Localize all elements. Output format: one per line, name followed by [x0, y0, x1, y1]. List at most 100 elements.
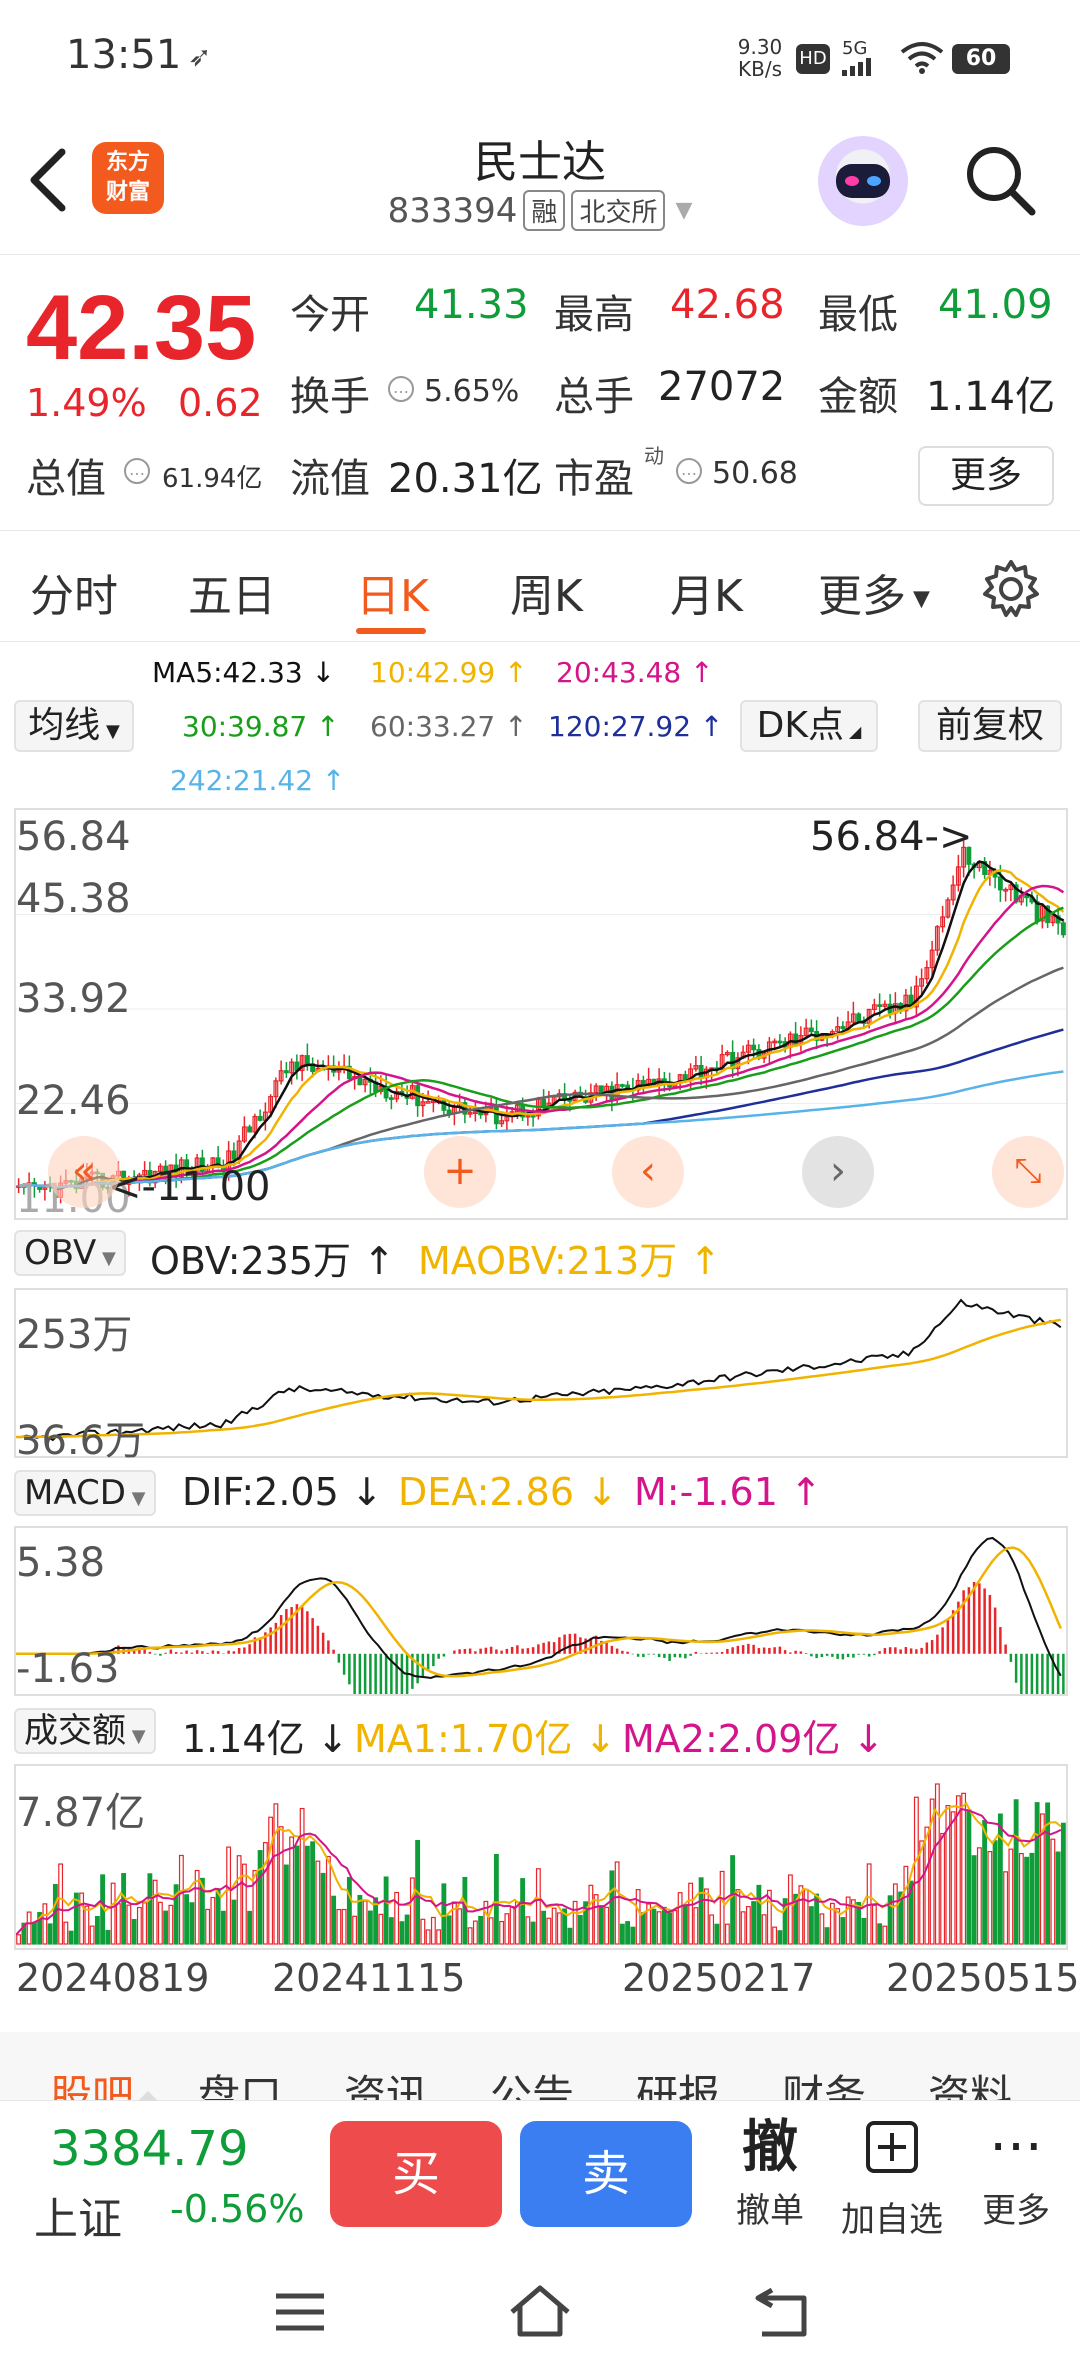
volume-bar [751, 1901, 757, 1945]
tab-profile[interactable]: 资料 [928, 2062, 1012, 2100]
candle-body [541, 1098, 547, 1107]
back-button[interactable] [20, 140, 80, 220]
tab-daily-k[interactable]: 日K [356, 560, 429, 624]
obv-chip-label: OBV [24, 1233, 97, 1273]
volume-bar [1008, 1848, 1014, 1945]
jump-start-button[interactable]: « [48, 1136, 120, 1208]
volume-bar [404, 1914, 410, 1945]
ma120-value: 120:27.92 ↑ [548, 710, 724, 743]
scroll-right-button[interactable]: › [802, 1136, 874, 1208]
volume-bar [336, 1908, 342, 1945]
ma242-value: 242:21.42 ↑ [170, 764, 346, 797]
obv-y-min: 36.6万 [16, 1418, 146, 1464]
volume-bar [136, 1906, 142, 1945]
pe-info-icon[interactable]: … [676, 458, 702, 484]
obv-chart[interactable]: 253万 36.6万 [14, 1288, 1068, 1464]
home-nav-button[interactable] [506, 2282, 574, 2344]
tab-research[interactable]: 研报 [636, 2062, 720, 2100]
up-caret-icon [138, 2091, 158, 2101]
return-icon [755, 2287, 807, 2337]
add-watchlist-button[interactable]: 加自选 [832, 2113, 952, 2241]
volume-bar [940, 1832, 946, 1945]
kline-plot [16, 840, 1066, 1204]
volume-bar [105, 1929, 111, 1945]
macd-chip[interactable]: MACD ▼ [14, 1470, 156, 1516]
stock-code-row[interactable]: 833394 融 北交所 ▼ [340, 190, 740, 231]
scroll-left-button[interactable]: ‹ [612, 1136, 684, 1208]
buy-button[interactable]: 买 [330, 2121, 502, 2227]
tab-monthly-k[interactable]: 月K [670, 560, 743, 624]
volume-bar [257, 1850, 263, 1945]
active-tab-underline [356, 628, 426, 634]
volume-bar [226, 1846, 232, 1945]
back-nav-button[interactable] [752, 2284, 812, 2344]
ma-chip-label: 均线 [28, 705, 101, 746]
open-value: 41.33 [414, 282, 529, 328]
macd-chart[interactable]: 5.38 -1.63 [14, 1526, 1068, 1696]
volume-chart[interactable]: 7.87亿 [14, 1764, 1068, 1950]
quote-panel: 42.35 1.49% 0.62 今开 41.33 最高 42.68 最低 41… [0, 256, 1080, 531]
tab-intraday[interactable]: 分时 [30, 560, 118, 624]
cancel-order-button[interactable]: 撤 撤单 [710, 2113, 830, 2232]
tab-weekly-k[interactable]: 周K [510, 560, 583, 624]
float-value: 20.31亿 [388, 456, 543, 502]
tab-more[interactable]: 更多 ▼ [818, 560, 930, 624]
index-value[interactable]: 3384.79 [50, 2121, 249, 2177]
turnover-info-icon[interactable]: … [388, 376, 414, 402]
volume-bar [220, 1910, 226, 1945]
volume-bar [551, 1907, 557, 1945]
volume-bar [504, 1913, 510, 1945]
volume-bar [499, 1920, 505, 1945]
adjust-chip[interactable]: 前复权 [918, 700, 1062, 752]
tab-news[interactable]: 资讯 [344, 2062, 428, 2100]
volume-bar [530, 1921, 536, 1945]
volume-bar [772, 1926, 778, 1945]
volume-bar [625, 1921, 631, 1945]
amount-label: 金额 [818, 374, 898, 420]
location-icon: ➶ [188, 40, 212, 73]
ai-assistant-avatar[interactable] [818, 136, 908, 226]
volume-bar [493, 1853, 499, 1945]
tab-guba[interactable]: 股吧 [50, 2062, 134, 2100]
volume-bar [131, 1918, 137, 1945]
more-actions-button[interactable]: ··· 更多 [956, 2113, 1076, 2232]
high-label: 最高 [554, 292, 634, 338]
volume-bar [436, 1929, 442, 1945]
volume-bar [997, 1813, 1003, 1945]
zoom-in-button[interactable]: + [424, 1136, 496, 1208]
date-label-1: 20240819 [16, 1956, 210, 2000]
menu-nav-button[interactable] [272, 2288, 328, 2340]
add-watchlist-label: 加自选 [841, 2200, 943, 2240]
tab-finance[interactable]: 财务 [782, 2062, 866, 2100]
tab-notice[interactable]: 公告 [490, 2062, 574, 2100]
volume-bar [388, 1917, 394, 1945]
obv-chip[interactable]: OBV ▼ [14, 1230, 126, 1276]
obv-line [16, 1298, 1062, 1442]
volume-bar [278, 1826, 284, 1945]
chart-settings-button[interactable] [980, 558, 1042, 624]
volume-bar [924, 1826, 930, 1945]
volume-bar [42, 1903, 48, 1945]
candle-body [283, 1070, 289, 1074]
volume-bar [467, 1927, 473, 1945]
volume-chip-label: 成交额 [24, 1711, 126, 1751]
more-quote-button[interactable]: 更多 [918, 446, 1054, 506]
volume-value: 1.14亿 ↓ [182, 1717, 349, 1761]
tab-five-day[interactable]: 五日 [188, 560, 276, 624]
app-logo[interactable]: 东方 财富 [92, 142, 164, 214]
stock-code: 833394 [387, 190, 518, 231]
sell-button[interactable]: 卖 [520, 2121, 692, 2227]
kline-chart[interactable]: 56.84 45.38 33.92 22.46 11.00 56.84-> <-… [14, 808, 1068, 1222]
ma-selector-chip[interactable]: 均线 ▼ [14, 700, 134, 752]
mktcap-info-icon[interactable]: … [124, 458, 150, 484]
candle-body [247, 1126, 253, 1133]
candle-body [493, 1106, 499, 1125]
fullscreen-button[interactable]: ⤡ [992, 1136, 1064, 1208]
volume-bar [420, 1918, 426, 1945]
search-button[interactable] [960, 140, 1040, 220]
volume-chip[interactable]: 成交额 ▼ [14, 1708, 156, 1754]
dif-line [16, 1536, 1062, 1680]
tab-pankou[interactable]: 盘口 [198, 2062, 282, 2100]
dk-point-chip[interactable]: DK点 ◢ [740, 700, 878, 752]
volume-bar [614, 1861, 620, 1945]
